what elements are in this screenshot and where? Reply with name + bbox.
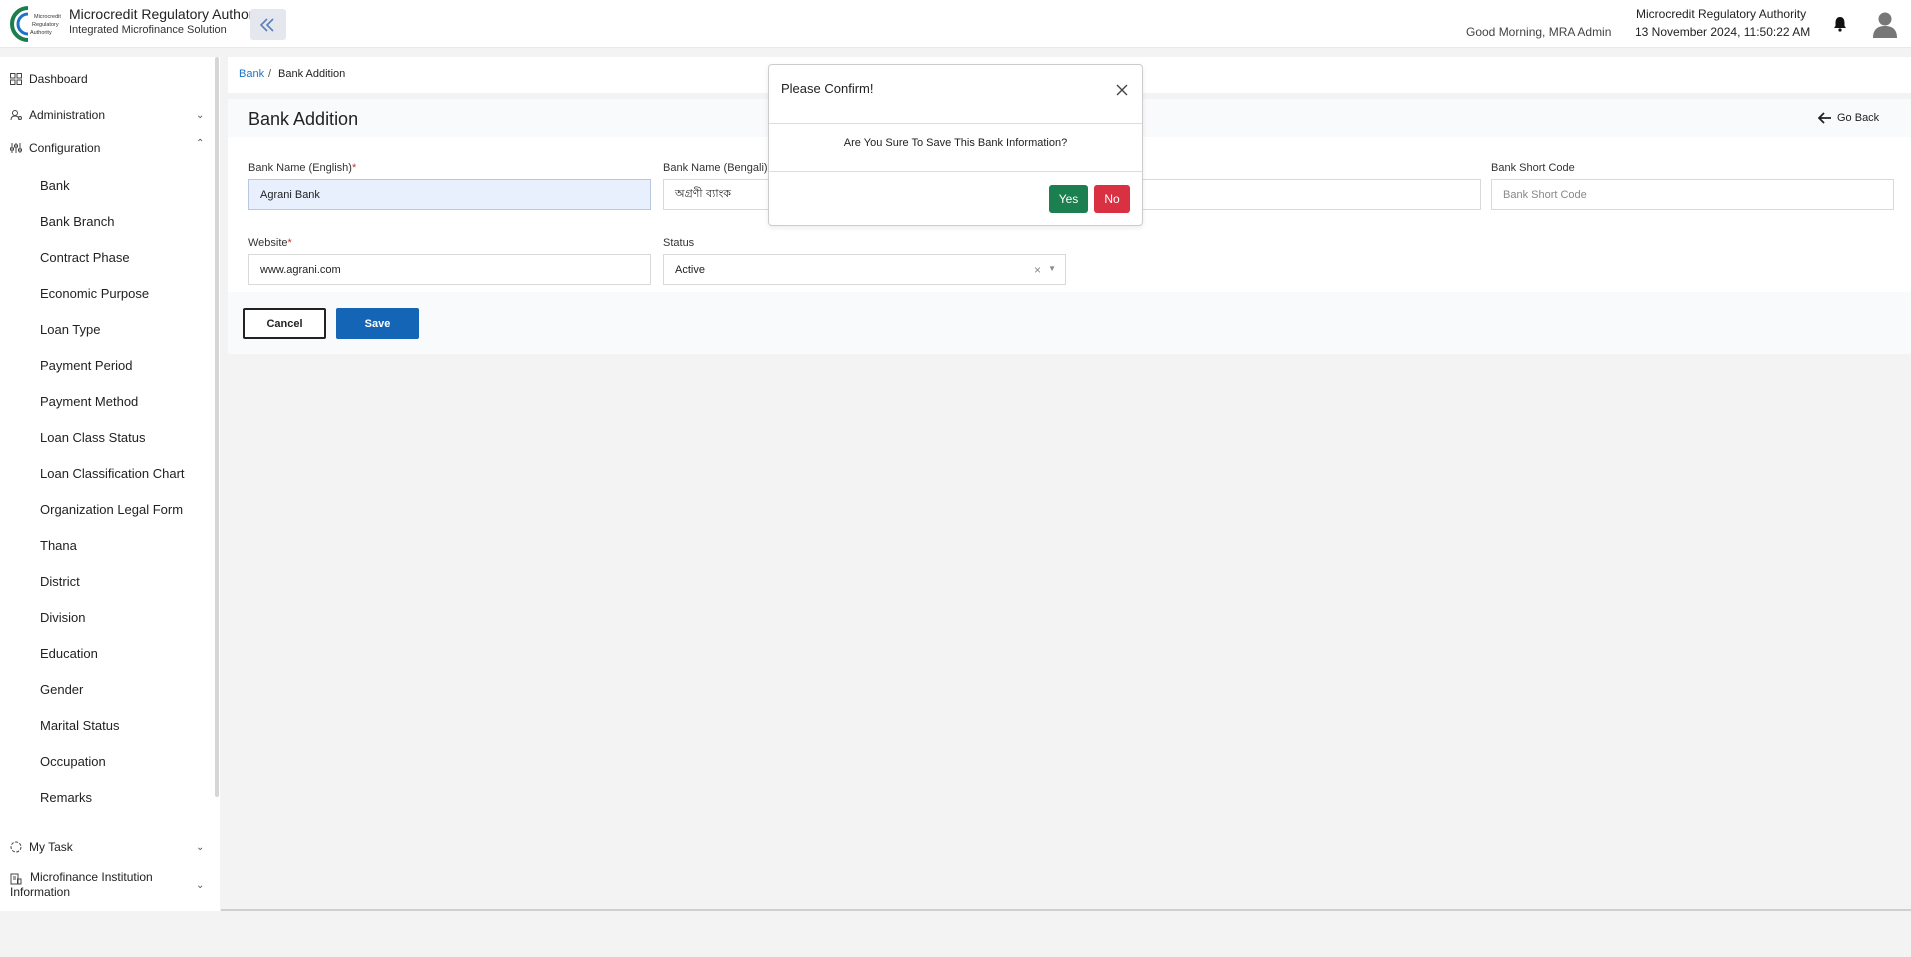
svg-text:Microcredit: Microcredit [34,14,61,20]
sidebar-item-bank-branch[interactable]: Bank Branch [40,214,114,229]
caret-down-icon[interactable]: ▼ [1048,264,1056,273]
sidebar-item-my-task[interactable]: My Task ⌄ [0,839,215,855]
sliders-icon [10,143,22,153]
bank-name-bn-label: Bank Name (Bengali)* [663,162,772,174]
sidebar-item-bank[interactable]: Bank [40,178,70,193]
double-chevron-left-icon [259,17,274,32]
status-label: Status [663,237,695,249]
app-title: Microcredit Regulatory Authority [69,6,268,22]
sidebar-item-label: My Task [29,840,73,854]
cancel-button[interactable]: Cancel [243,308,326,339]
breadcrumb-separator: / [268,68,272,80]
dialog-divider [769,171,1142,172]
dialog-message: Are You Sure To Save This Bank Informati… [843,137,1068,149]
sidebar-item-marital-status[interactable]: Marital Status [40,718,119,733]
app-subtitle: Integrated Microfinance Solution [69,24,227,36]
website-label: Website* [248,237,292,249]
sidebar-item-dashboard[interactable]: Dashboard [0,71,215,87]
sidebar-item-division[interactable]: Division [40,610,86,625]
breadcrumb-current: Bank Addition [278,68,346,80]
sidebar-item-loan-class-status[interactable]: Loan Class Status [40,430,146,445]
sidebar-item-label: Microfinance Institution Information [10,870,153,899]
user-avatar-icon[interactable] [1870,9,1900,39]
users-cog-icon [10,110,22,121]
website-input[interactable]: www.agrani.com [248,254,651,285]
sidebar-item-loan-type[interactable]: Loan Type [40,322,100,337]
chevron-down-icon: ⌄ [196,879,205,891]
page-title: Bank Addition [248,109,359,129]
bank-short-code-input[interactable]: Bank Short Code [1491,179,1894,210]
svg-text:Regulatory: Regulatory [32,22,59,28]
sidebar-item-payment-method[interactable]: Payment Method [40,394,138,409]
sidebar: Dashboard Administration ⌄ Configuration… [0,57,220,911]
sidebar-item-payment-period[interactable]: Payment Period [40,358,133,373]
bank-name-en-input[interactable]: Agrani Bank [248,179,651,210]
sidebar-item-thana[interactable]: Thana [40,538,77,553]
mra-logo: Microcredit Regulatory Authority [10,6,61,42]
sidebar-item-label: Dashboard [29,72,88,86]
arrow-left-icon [1818,112,1831,124]
sidebar-item-district[interactable]: District [40,574,80,589]
sidebar-item-administration[interactable]: Administration ⌄ [0,107,215,123]
sidebar-item-occupation[interactable]: Occupation [40,754,106,769]
sidebar-item-label: Configuration [29,141,101,155]
confirm-yes-button[interactable]: Yes [1049,185,1088,213]
sidebar-item-loan-classification-chart[interactable]: Loan Classification Chart [40,466,185,481]
sidebar-item-contract-phase[interactable]: Contract Phase [40,250,130,265]
grid-icon [10,73,22,85]
sidebar-item-label: Administration [29,108,106,122]
sidebar-scrollbar[interactable] [215,57,219,797]
close-icon[interactable] [1115,83,1129,97]
chevron-down-icon: ⌄ [196,109,205,121]
breadcrumb-link-bank[interactable]: Bank [239,68,264,80]
task-icon [10,841,22,853]
current-datetime: 13 November 2024, 11:50:22 AM [1635,25,1811,39]
clear-icon[interactable]: × [1034,263,1041,277]
confirm-dialog: Please Confirm! Are You Sure To Save Thi… [768,64,1143,226]
sidebar-item-economic-purpose[interactable]: Economic Purpose [40,286,149,301]
go-back-label: Go Back [1837,112,1880,124]
content-bottom-divider [221,909,1911,911]
top-header: Microcredit Regulatory Authority Microcr… [0,0,1911,48]
sidebar-item-configuration[interactable]: Configuration ⌃ [0,138,215,156]
dialog-divider [769,123,1142,124]
save-button[interactable]: Save [336,308,419,339]
bank-short-code-label: Bank Short Code [1491,162,1575,174]
chevron-down-icon: ⌄ [196,841,205,853]
chevron-up-icon: ⌃ [196,138,205,149]
sidebar-item-microfinance-institution[interactable]: Microfinance Institution Information ⌄ [0,870,215,900]
sidebar-collapse-button[interactable] [250,9,286,40]
sidebar-item-remarks[interactable]: Remarks [40,790,92,805]
bell-icon[interactable] [1831,15,1849,33]
org-name: Microcredit Regulatory Authority [1636,7,1807,21]
svg-text:Authority: Authority [30,30,52,36]
confirm-no-button[interactable]: No [1094,185,1130,213]
go-back-button[interactable]: Go Back [1818,112,1879,124]
user-greeting: Good Morning, MRA Admin [1466,25,1612,39]
status-select[interactable]: Active × ▼ [663,254,1066,285]
sidebar-item-gender[interactable]: Gender [40,682,83,697]
sidebar-item-organization-legal-form[interactable]: Organization Legal Form [40,502,183,517]
dialog-title: Please Confirm! [781,81,874,96]
bank-name-en-label: Bank Name (English)* [248,162,357,174]
sidebar-item-education[interactable]: Education [40,646,98,661]
